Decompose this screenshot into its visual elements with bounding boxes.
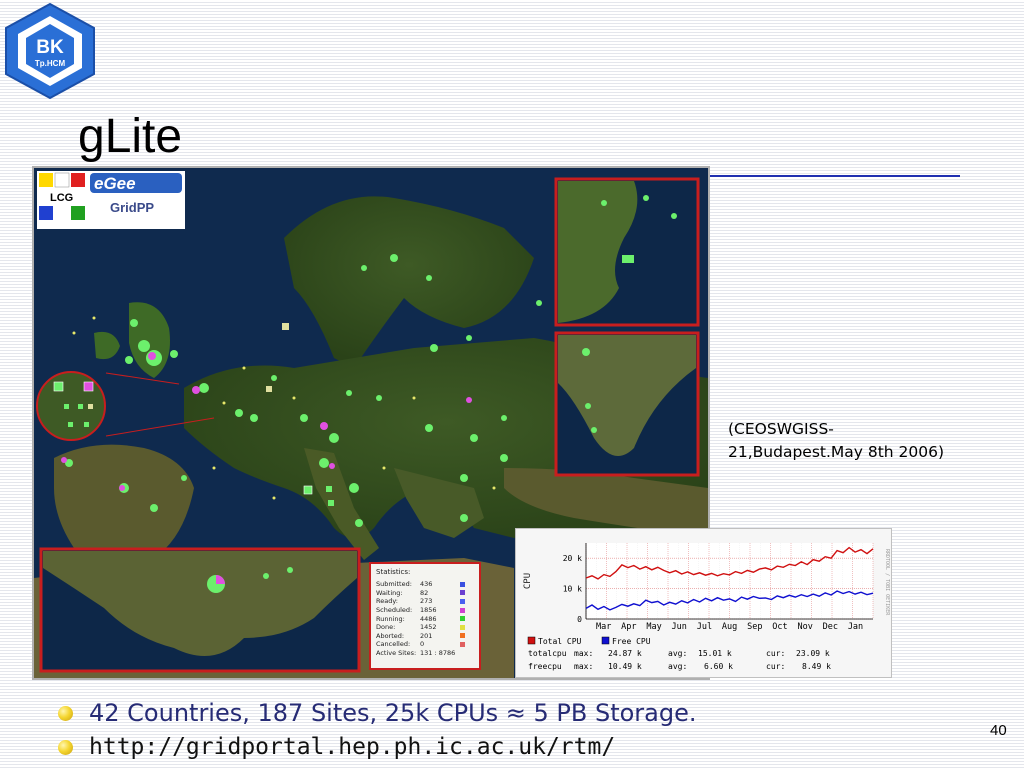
stat-label: Submitted:: [376, 580, 412, 589]
stat-label: Ready:: [376, 597, 398, 606]
cpu-x-tick-label: Jul: [697, 622, 712, 632]
cpu-usage-chart: 20 k 10 k 0 Mar Apr May Jun Jul Aug Sep Oct Nov Dec…: [515, 528, 892, 678]
legend-row-max: 24.87 k: [608, 649, 642, 658]
statistics-row: Submitted: 436: [376, 580, 474, 589]
legend-row-name: freecpu: [528, 662, 562, 671]
cpu-chart-svg: 20 k 10 k 0 Mar Apr May Jun Jul Aug Sep Oct Nov Dec…: [516, 529, 891, 677]
inset-india: [554, 331, 700, 477]
stat-value: 4486: [420, 614, 437, 623]
bullet-text-stats: 42 Countries, 187 Sites, 25k CPUs ≈ 5 PB…: [89, 699, 697, 727]
statistics-row: Waiting: 82: [376, 589, 474, 598]
bullet-text-url[interactable]: http://gridportal.hep.ph.ic.ac.uk/rtm/: [89, 734, 615, 760]
stat-swatch: [460, 633, 465, 639]
stat-value: 82: [420, 588, 429, 597]
stat-label: Waiting:: [376, 588, 403, 597]
stat-value: 436: [420, 580, 433, 589]
cpu-x-tick-label: Jun: [672, 622, 687, 632]
stat-label: Aborted:: [376, 631, 405, 640]
page-number: 40: [990, 722, 1007, 739]
bullet-dot-icon: [58, 739, 73, 755]
logo-text-bk: BK: [36, 37, 64, 58]
cpu-x-tick-label: May: [646, 622, 661, 632]
legend-row-max-label: max:: [574, 649, 593, 658]
legend-label-free-cpu: Free CPU: [612, 637, 651, 646]
cpu-x-tick-label: Oct: [772, 622, 787, 632]
legend-label-total-cpu: Total CPU: [538, 637, 582, 646]
slide-title: gLite: [78, 110, 183, 163]
legend-row-cur-label: cur:: [766, 662, 785, 671]
event-caption: (CEOSWGISS- 21,Budapest.May 8th 2006): [728, 418, 1018, 464]
egee-logo-text: eGee: [94, 174, 136, 193]
bullet-dot-icon: [58, 705, 73, 721]
stat-label: Running:: [376, 614, 405, 623]
stat-label: Cancelled:: [376, 640, 411, 649]
statistics-row: Scheduled: 1856: [376, 606, 474, 615]
lcg-logo-text: LCG: [50, 192, 73, 204]
stat-label: Done:: [376, 623, 396, 632]
stat-swatch: [460, 641, 465, 647]
gridpp-logo-text: GridPP: [110, 200, 154, 215]
statistics-panel: Statistics: Submitted: 436 Waiting: 82 Rea…: [369, 562, 481, 670]
logo-text-city: Tp.HCM: [35, 59, 66, 68]
legend-swatch-total-cpu: [527, 636, 536, 645]
inset-east-asia: [554, 177, 700, 327]
cpu-x-tick-label: Mar: [596, 622, 611, 632]
stat-swatch: [460, 598, 465, 604]
stat-value: 0: [420, 640, 425, 649]
legend-row-cur: 8.49 k: [802, 662, 831, 671]
statistics-row: Running: 4486: [376, 614, 474, 623]
caption-line-2: 21,Budapest.May 8th 2006): [728, 443, 945, 461]
stat-label: Active Sites:: [376, 649, 417, 658]
caption-line-1: (CEOSWGISS-: [728, 420, 834, 438]
statistics-row: Active Sites: 131 : 8786: [376, 649, 474, 658]
rrdtool-watermark: RRDTOOL / TOBI OETIKER: [884, 549, 890, 616]
stat-value: 273: [420, 597, 433, 606]
stat-value: 1452: [420, 623, 437, 632]
legend-row-avg: 15.01 k: [698, 649, 732, 658]
stat-swatch: [460, 581, 465, 587]
cpu-x-tick-label: Jan: [848, 622, 863, 632]
cpu-y-tick-label: 0: [577, 615, 582, 624]
cpu-x-tick-label: Dec: [823, 622, 838, 632]
bk-logo: BK Tp.HCM: [5, 2, 95, 100]
legend-row-cur-label: cur:: [766, 649, 785, 658]
stat-value: 131 : 8786: [420, 649, 456, 658]
cpu-x-tick-label: Nov: [797, 622, 812, 632]
legend-swatch-free-cpu: [601, 636, 610, 645]
stat-swatch: [460, 616, 465, 622]
statistics-title: Statistics:: [376, 568, 411, 576]
statistics-row: Done: 1452: [376, 623, 474, 632]
cpu-y-tick-label: 20 k: [563, 554, 582, 563]
legend-row-max-label: max:: [574, 662, 593, 671]
legend-row-avg-label: avg:: [668, 662, 687, 671]
cpu-x-tick-label: Sep: [747, 622, 762, 632]
statistics-row: Ready: 273: [376, 597, 474, 606]
stat-label: Scheduled:: [376, 606, 413, 615]
legend-row-name: totalcpu: [528, 649, 567, 658]
bullet-item: http://gridportal.hep.ph.ic.ac.uk/rtm/: [58, 730, 958, 764]
title-underline: [708, 175, 960, 177]
stat-value: 1856: [420, 606, 437, 615]
stat-value: 201: [420, 631, 433, 640]
bullet-list: 42 Countries, 187 Sites, 25k CPUs ≈ 5 PB…: [58, 696, 958, 764]
cpu-y-tick-label: 10 k: [563, 585, 582, 594]
legend-row-avg-label: avg:: [668, 649, 687, 658]
statistics-row: Aborted: 201: [376, 632, 474, 641]
legend-row-max: 10.49 k: [608, 662, 642, 671]
statistics-row: Cancelled: 0: [376, 640, 474, 649]
cpu-y-axis-label: CPU: [523, 573, 533, 589]
inset-north-america: [39, 547, 361, 673]
legend-row-cur: 23.09 k: [796, 649, 830, 658]
legend-row-avg: 6.60 k: [704, 662, 733, 671]
stat-swatch: [460, 590, 465, 596]
cpu-x-ticks: Mar Apr May Jun Jul Aug Sep Oct Nov Dec Jan: [596, 622, 863, 632]
stat-swatch: [460, 607, 465, 613]
cpu-x-tick-label: Aug: [722, 622, 737, 632]
stat-swatch: [460, 624, 465, 630]
egee-logos: LCG eGee GridPP: [37, 171, 185, 229]
bullet-item: 42 Countries, 187 Sites, 25k CPUs ≈ 5 PB…: [58, 696, 958, 730]
cpu-x-tick-label: Apr: [621, 622, 636, 632]
